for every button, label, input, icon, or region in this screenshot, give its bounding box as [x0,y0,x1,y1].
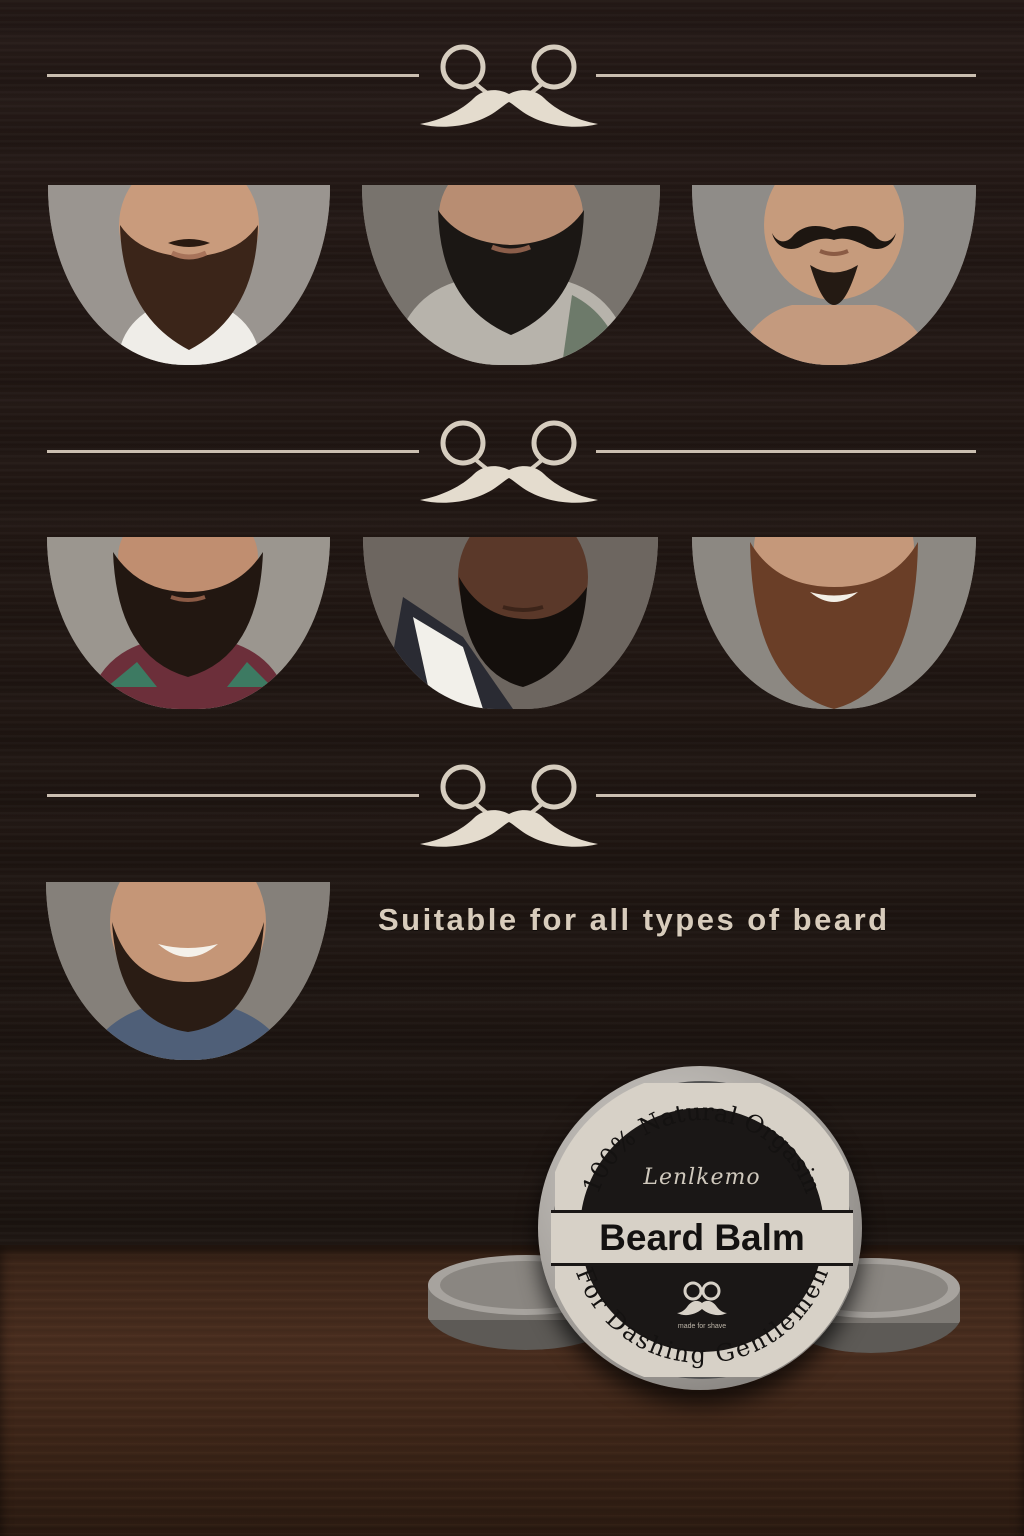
tin-label-face: 100% Natural Orgasin For Dashing Gentlem… [551,1081,853,1379]
tin-brand: Lenlkemo [643,1165,761,1190]
beard-portrait-7 [46,882,330,1060]
beard-portrait-6 [692,537,976,709]
beard-portrait-5 [363,537,658,709]
moustache-scissors-icon [420,764,598,847]
beard-portrait-1 [48,185,330,365]
tin-fine-print: made for shave [677,1323,727,1330]
tin-product-name: Beard Balm [599,1217,805,1258]
divider-line [47,74,419,77]
moustache-scissors-icon [420,44,598,127]
beard-portrait-4 [47,537,330,709]
moustache-logo-icon [677,1281,727,1316]
beard-portrait-3 [692,185,976,365]
beard-portrait-2 [362,185,660,365]
moustache-divider-2 [0,418,1024,518]
tin-name-band: Beard Balm [551,1210,853,1266]
moustache-divider-3 [0,762,1024,862]
divider-line [596,450,976,453]
divider-line [47,450,419,453]
moustache-scissors-icon [420,420,598,503]
moustache-divider-1 [0,42,1024,142]
tagline-text: Suitable for all types of beard [378,902,890,937]
divider-line [596,794,976,797]
beard-balm-tin: 100% Natural Orgasin For Dashing Gentlem… [538,1066,862,1390]
divider-line [596,74,976,77]
divider-line [47,794,419,797]
